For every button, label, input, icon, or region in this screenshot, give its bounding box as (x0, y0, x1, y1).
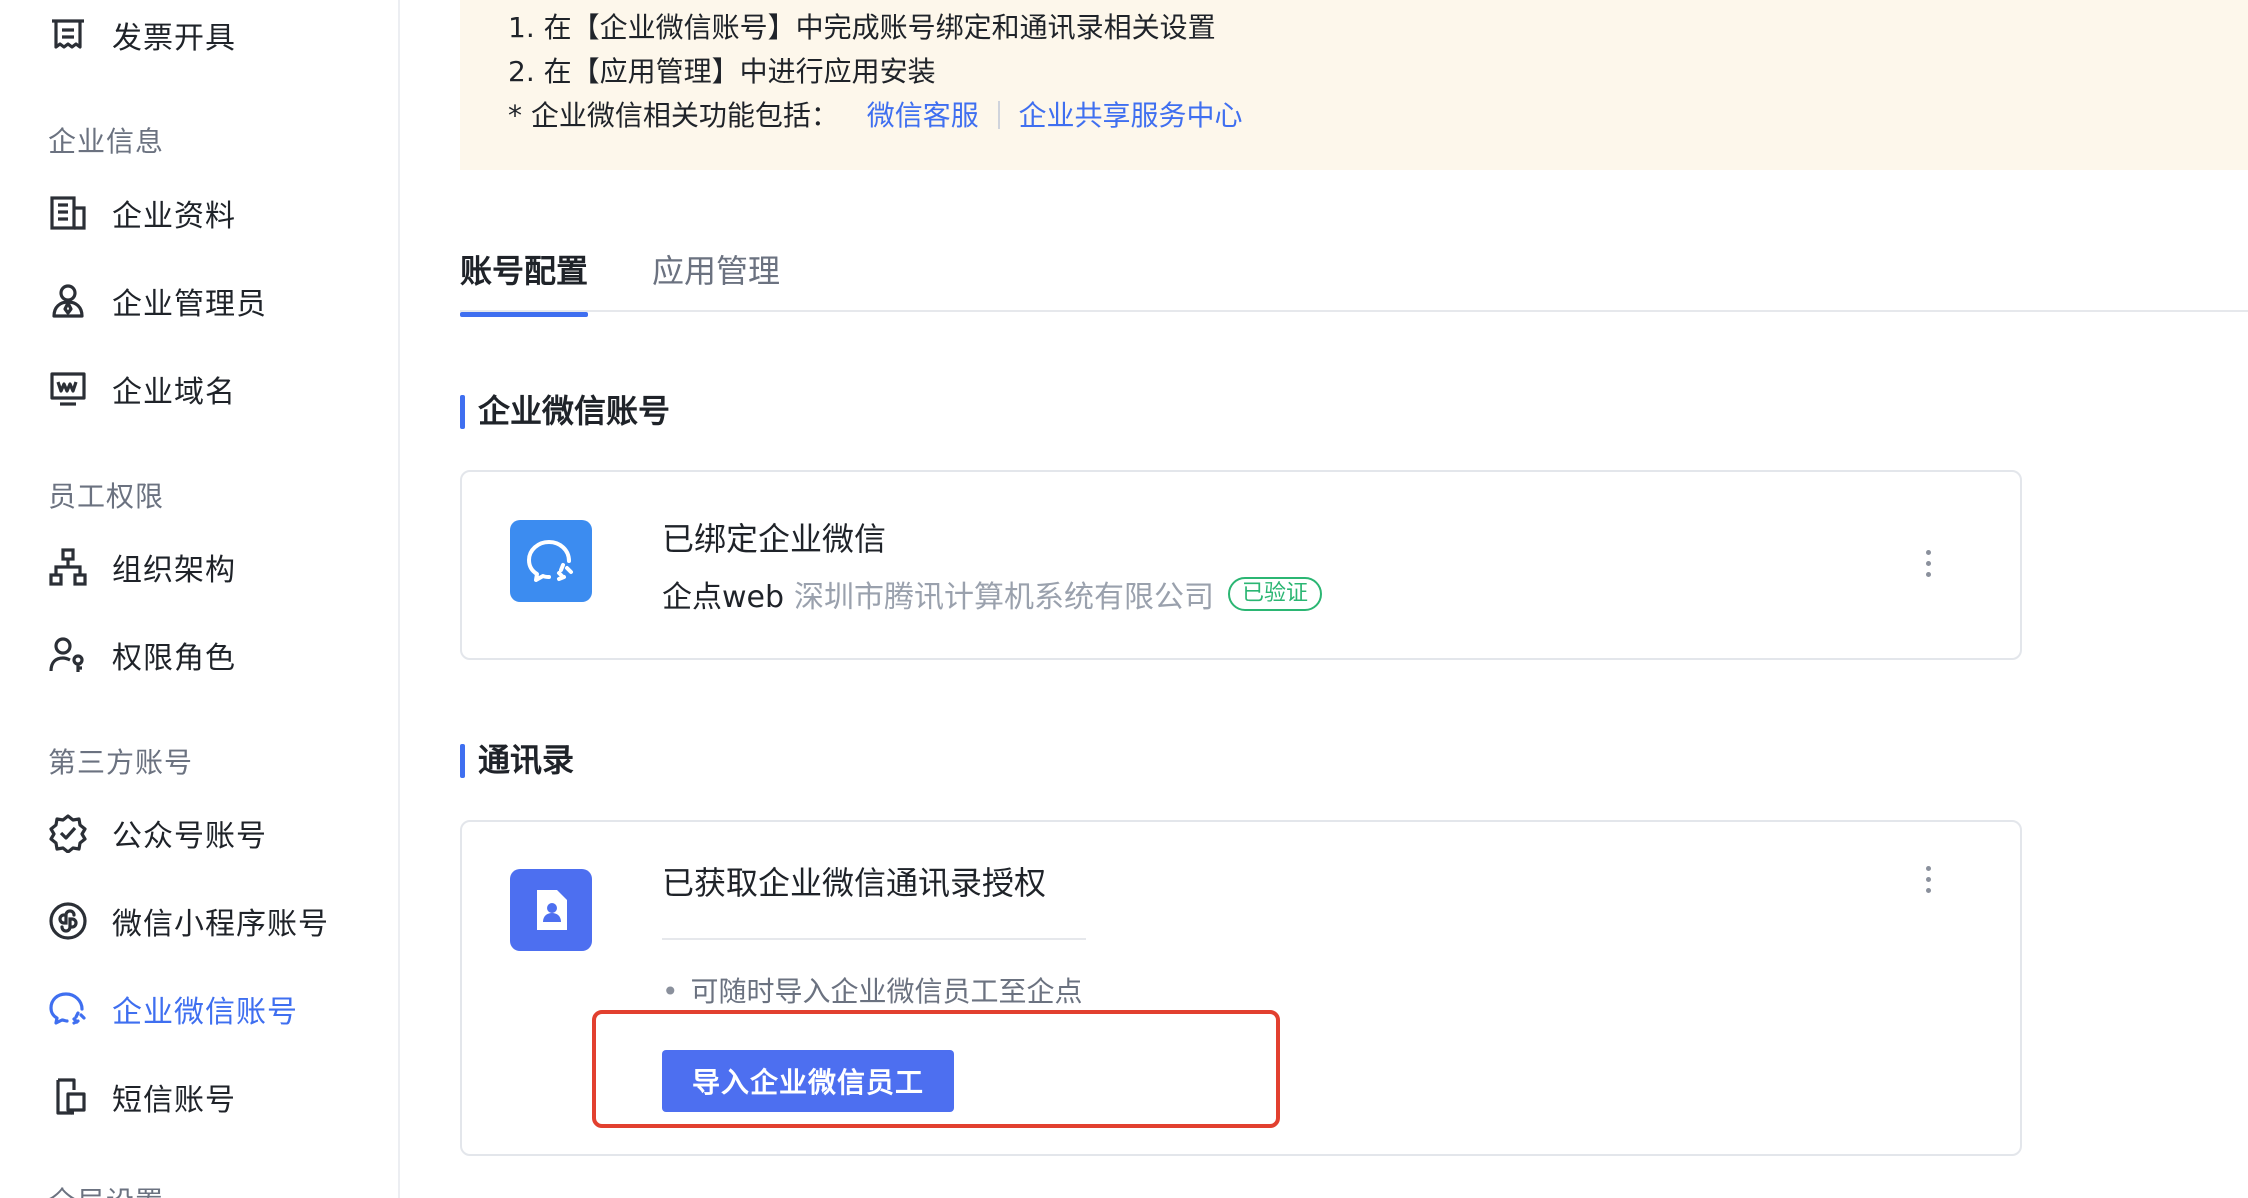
highlight-annotation (592, 1010, 1280, 1128)
tab-label: 账号配置 (460, 252, 589, 290)
sidebar-item-company-admin[interactable]: 企业管理员 (48, 271, 378, 331)
import-hint: 可随时导入企业微信员工至企点 (662, 970, 1083, 1010)
sidebar-item-label: 企业域名 (112, 375, 236, 410)
notice-features: * 企业微信相关功能包括： 微信客服 企业共享服务中心 (508, 94, 1243, 134)
contacts-auth-title: 已获取企业微信通讯录授权 (662, 864, 1047, 902)
official-account-badge-icon (48, 813, 88, 853)
notice-line: 2. 在【应用管理】中进行应用安装 (508, 55, 936, 88)
tab-app-management[interactable]: 应用管理 (652, 246, 780, 292)
tab-bar: 账号配置 应用管理 (460, 238, 2248, 317)
wechat-customer-service-link[interactable]: 微信客服 (867, 99, 979, 132)
enterprise-shared-service-link[interactable]: 企业共享服务中心 (1019, 99, 1243, 132)
sidebar-group-title: 员工权限 (48, 480, 165, 513)
role-permission-icon (48, 635, 88, 675)
wecom-section-title: 企业微信账号 (460, 393, 670, 429)
link-divider (997, 101, 1000, 129)
mini-program-icon (48, 901, 88, 941)
tab-label: 应用管理 (652, 252, 781, 290)
notice-features-prefix: * 企业微信相关功能包括： (508, 99, 839, 132)
invoice-icon (48, 15, 88, 55)
sidebar-item-org-structure[interactable]: 组织架构 (48, 537, 378, 597)
contacts-section-title: 通讯录 (460, 742, 574, 778)
sidebar-item-label: 权限角色 (112, 641, 236, 676)
corp-info: 企点web 深圳市腾讯计算机系统有限公司 已验证 (662, 572, 1323, 616)
org-chart-icon (48, 547, 88, 587)
sidebar-item-label: 企业管理员 (112, 287, 267, 322)
sidebar-group-title: 全局设置 (48, 1180, 164, 1198)
sidebar-item-official-account[interactable]: 公众号账号 (48, 803, 378, 863)
wecom-bound-title: 已绑定企业微信 (662, 520, 887, 558)
sidebar-item-wecom-account[interactable]: 企业微信账号 (48, 979, 378, 1039)
sms-phone-icon (48, 1077, 88, 1117)
contact-file-icon (510, 869, 592, 951)
sidebar: 发票开具 企业信息 企业资料 企业管理员 企业域名 员工权限 组织架构 权限角色… (0, 0, 400, 1198)
sidebar-item-label: 公众号账号 (112, 819, 267, 854)
tab-account-config[interactable]: 账号配置 (460, 246, 589, 317)
sidebar-group-title: 第三方账号 (48, 746, 194, 779)
sidebar-item-sms-account[interactable]: 短信账号 (48, 1067, 378, 1127)
sidebar-item-mini-program[interactable]: 微信小程序账号 (48, 891, 378, 951)
corp-short-name: 企点web (662, 580, 785, 615)
corp-full-name: 深圳市腾讯计算机系统有限公司 (794, 580, 1215, 615)
active-tab-indicator (460, 312, 588, 317)
admin-user-icon (48, 281, 88, 321)
sidebar-item-label: 发票开具 (112, 21, 236, 56)
sidebar-item-invoice[interactable]: 发票开具 (48, 5, 378, 65)
sidebar-item-label: 企业资料 (112, 199, 236, 234)
sidebar-item-role-permission[interactable]: 权限角色 (48, 625, 378, 685)
sidebar-item-company-profile[interactable]: 企业资料 (48, 183, 378, 243)
more-options-icon[interactable] (1918, 866, 1938, 893)
domain-monitor-icon (48, 369, 88, 409)
sidebar-item-label: 企业微信账号 (112, 995, 298, 1030)
sidebar-group-title: 企业信息 (48, 125, 165, 158)
company-profile-icon (48, 193, 88, 233)
sidebar-item-label: 短信账号 (112, 1083, 236, 1118)
wecom-binding-card: 已绑定企业微信 企点web 深圳市腾讯计算机系统有限公司 已验证 (460, 470, 2022, 660)
notice-banner: 1. 在【企业微信账号】中完成账号绑定和通讯录相关设置 2. 在【应用管理】中进… (460, 0, 2248, 170)
wecom-chat-icon (510, 520, 592, 602)
divider (662, 938, 1086, 940)
sidebar-item-label: 组织架构 (112, 553, 236, 588)
verified-badge: 已验证 (1228, 577, 1323, 611)
wecom-icon (48, 989, 88, 1029)
sidebar-item-company-domain[interactable]: 企业域名 (48, 359, 378, 419)
notice-line: 1. 在【企业微信账号】中完成账号绑定和通讯录相关设置 (508, 11, 1216, 44)
more-options-icon[interactable] (1918, 550, 1938, 577)
sidebar-item-label: 微信小程序账号 (112, 907, 329, 942)
